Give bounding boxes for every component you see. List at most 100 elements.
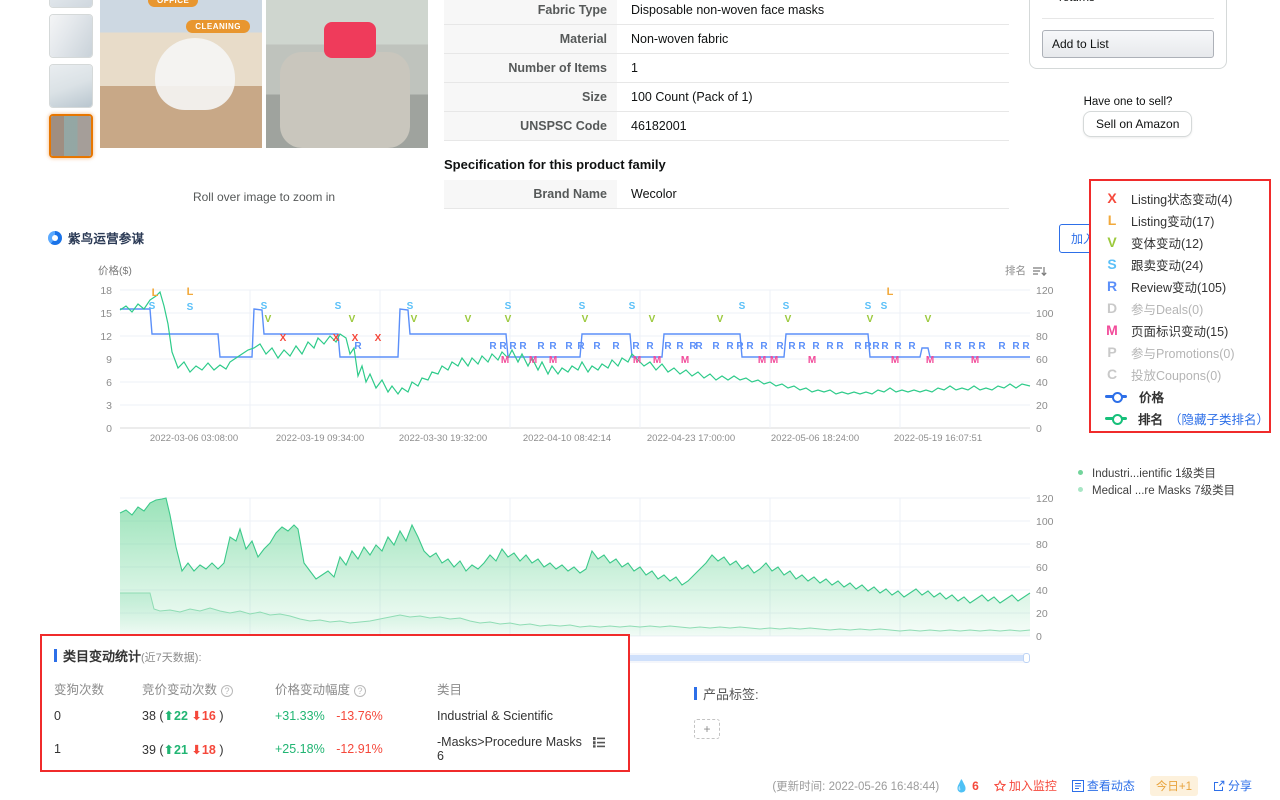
price-chart-x-ticks: 2022-03-06 03:08:00 2022-03-19 09:34:00 … (150, 433, 982, 442)
svg-text:M: M (926, 355, 934, 366)
legend-item-promotions[interactable]: P 参与Promotions(0) (1091, 341, 1269, 363)
svg-text:R: R (908, 341, 916, 352)
svg-text:R: R (812, 341, 820, 352)
hide-subcategory-rank-link[interactable]: （隐藏子类排名） (1169, 409, 1269, 428)
y2tick: 20 (1036, 400, 1048, 412)
thumbnail-3[interactable] (49, 64, 93, 108)
bid-change-cell: 38 (⬆22 ⬇16 ) (142, 709, 224, 723)
hero-image-right[interactable] (266, 0, 428, 148)
price-rank-chart[interactable]: 价格($) 18 15 12 9 6 3 0 120 100 80 60 40 … (40, 262, 1090, 442)
sort-icon[interactable] (1033, 267, 1047, 277)
category-legend-item[interactable]: Medical ...re Masks 7级类目 (1078, 481, 1235, 498)
footer-add-monitor[interactable]: 加入监控 (993, 777, 1057, 794)
legend-item-price-line[interactable]: 价格 (1091, 385, 1269, 407)
legend-label: Review变动(105) (1131, 280, 1227, 295)
rank-value: 6 (437, 749, 444, 763)
price-down: -12.91% (336, 742, 383, 756)
category-legend-item[interactable]: Industri...ientific 1级类目 (1078, 464, 1235, 481)
category-rank-area-chart[interactable]: 120 100 80 60 40 20 0 (40, 485, 1090, 650)
category-legend-label: Medical ...re Masks 7级类目 (1092, 484, 1236, 497)
spec-row: Material Non-woven fabric (444, 24, 1009, 54)
svg-text:M: M (770, 355, 778, 366)
hero-right-coat (280, 52, 410, 148)
title-accent-bar-icon (54, 649, 57, 662)
legend-item-rank-line[interactable]: 排名 （隐藏子类排名） (1091, 407, 1269, 429)
add-tag-button[interactable]: + (694, 719, 720, 739)
svg-text:S: S (149, 301, 156, 312)
add-to-list-button[interactable]: Add to List (1042, 30, 1214, 59)
category-cell: Industrial & Scientific (437, 708, 554, 723)
footer-share[interactable]: 分享 (1213, 777, 1252, 794)
thumbnail-2[interactable] (49, 14, 93, 58)
have-one-to-sell-label: Have one to sell? (1083, 96, 1173, 108)
ytick: 80 (1036, 539, 1048, 551)
family-spec-heading: Specification for this product family (444, 157, 666, 172)
svg-text:S: S (187, 302, 194, 313)
footer-share-label: 分享 (1227, 779, 1252, 793)
svg-text:R: R (509, 341, 517, 352)
xtick: 2022-03-06 03:08:00 (150, 433, 238, 442)
thumbnail-4-selected[interactable] (49, 114, 93, 158)
ytick: 9 (106, 354, 112, 366)
bid-down: 18 (201, 742, 216, 757)
help-icon[interactable]: ? (221, 685, 234, 697)
spec-key: UNSPSC Code (444, 111, 617, 141)
legend-item-page-badge-change[interactable]: M 页面标识变动(15) (1091, 319, 1269, 341)
price-chart-y-ticks: 18 15 12 9 6 3 0 (100, 285, 112, 435)
rank-list-icon[interactable] (593, 737, 606, 748)
scrollbar-handle-right[interactable] (1023, 653, 1030, 663)
legend-item-variant-change[interactable]: V 变体变动(12) (1091, 231, 1269, 253)
spec-value: Wecolor (631, 187, 677, 201)
thumbnail-1[interactable] (49, 0, 93, 8)
spec-key: Material (444, 24, 617, 54)
hero-image-left[interactable]: OFFICE CLEANING (100, 0, 262, 148)
event-marker-v-group: VVV VVV VVV VV (265, 314, 932, 325)
category-dot-icon (1078, 487, 1083, 492)
bid-total: 38 (142, 709, 156, 723)
stats-col-dog: 变狗次数 (54, 683, 105, 697)
legend-item-coupons[interactable]: C 投放Coupons(0) (1091, 363, 1269, 385)
ytick: 0 (1036, 631, 1042, 643)
svg-text:R: R (499, 341, 507, 352)
arrow-down-icon: ⬇ (191, 709, 202, 723)
rank-line-icon (1105, 413, 1127, 425)
badge-office: OFFICE (148, 0, 199, 7)
image-thumbnail-rail[interactable] (49, 0, 93, 164)
arrow-up-icon: ⬆ (163, 709, 175, 723)
legend-item-deals[interactable]: D 参与Deals(0) (1091, 297, 1269, 319)
product-tags-section: 产品标签: + (694, 684, 759, 739)
svg-text:R: R (632, 341, 640, 352)
svg-text:R: R (854, 341, 862, 352)
legend-item-listing-status[interactable]: X Listing状态变动(4) (1091, 187, 1269, 209)
legend-item-listing-change[interactable]: L Listing变动(17) (1091, 209, 1269, 231)
ytick: 18 (100, 285, 112, 297)
stats-card-title: 类目变动统计 (近7天数据): (54, 646, 616, 665)
stats-col-bid: 竞价变动次数? (142, 679, 275, 708)
y2tick: 40 (1036, 377, 1048, 389)
thumbnail-2-image (50, 15, 92, 57)
svg-text:R: R (954, 341, 962, 352)
price-chart-y2-ticks: 120 100 80 60 40 20 0 (1036, 285, 1054, 435)
price-up: +31.33% (275, 708, 325, 723)
legend-item-review-change[interactable]: R Review变动(105) (1091, 275, 1269, 297)
sell-on-amazon-button[interactable]: Sell on Amazon (1083, 111, 1193, 137)
hero-left-mask-subject (155, 38, 235, 110)
legend-item-followsell-change[interactable]: S 跟卖变动(24) (1091, 253, 1269, 275)
legend-label: 参与Promotions(0) (1131, 346, 1235, 361)
svg-text:V: V (785, 314, 792, 325)
svg-text:M: M (971, 355, 979, 366)
hot-count: 6 (972, 778, 979, 793)
category-change-stats-card: 类目变动统计 (近7天数据): 变狗次数 竞价变动次数? 价格变动幅度? 类目 (40, 634, 630, 772)
legend-label: 排名 (1137, 412, 1163, 427)
help-icon[interactable]: ? (354, 685, 367, 697)
hot-score[interactable]: 💧 6 (954, 779, 979, 793)
category-legend-label: Industri...ientific 1级类目 (1092, 467, 1216, 480)
price-line-icon (1105, 391, 1127, 403)
footer-view-dynamics[interactable]: 查看动态 (1071, 777, 1135, 794)
ytick: 100 (1036, 516, 1054, 528)
xtick: 2022-05-06 18:24:00 (771, 433, 859, 442)
gift-receipt-row[interactable]: Add a gift receipt for easy returns (1042, 0, 1214, 6)
svg-text:X: X (375, 333, 382, 344)
buy-box: Add a gift receipt for easy returns Add … (1029, 0, 1227, 70)
product-hero-gallery[interactable]: OFFICE CLEANING (100, 0, 428, 148)
